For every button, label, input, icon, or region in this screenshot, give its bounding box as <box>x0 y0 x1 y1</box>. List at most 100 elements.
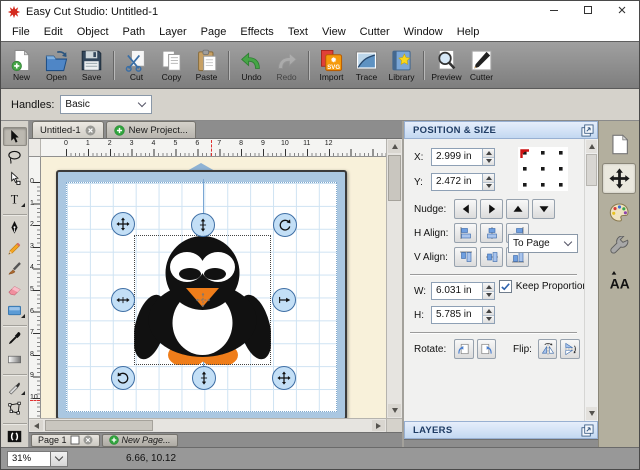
eraser-tool[interactable] <box>3 280 27 299</box>
height-input[interactable]: 5.785 in <box>431 306 495 324</box>
paste-button[interactable]: Paste <box>189 48 230 83</box>
selection-center-mark[interactable] <box>195 292 211 308</box>
menu-item[interactable]: Object <box>70 23 116 41</box>
align-center-button[interactable] <box>480 223 503 243</box>
node-edit-tool[interactable] <box>3 169 27 188</box>
design-viewport[interactable] <box>41 157 386 418</box>
close-button[interactable] <box>605 1 639 23</box>
horizontal-scrollbar[interactable] <box>29 418 386 432</box>
import-button[interactable]: SVG Import <box>314 48 349 83</box>
spin-up-icon[interactable] <box>483 174 494 182</box>
scrollbar-thumb[interactable] <box>45 420 153 431</box>
cutter-button[interactable]: Cutter <box>464 48 499 83</box>
open-button[interactable]: Open <box>39 48 74 83</box>
handle-stretch-vertical[interactable] <box>191 213 215 237</box>
scroll-up-icon[interactable] <box>388 140 401 153</box>
side-tab-settings[interactable] <box>602 231 636 262</box>
gradient-tool[interactable] <box>3 350 27 369</box>
handle-move[interactable] <box>272 366 296 390</box>
side-tab-colors[interactable] <box>602 197 636 228</box>
scroll-left-icon[interactable] <box>30 420 43 431</box>
align-left-button[interactable] <box>454 223 477 243</box>
panel-scrollbar[interactable] <box>584 139 598 421</box>
spin-down-icon[interactable] <box>483 314 494 323</box>
maximize-button[interactable] <box>571 1 605 23</box>
new-button[interactable]: New <box>4 48 39 83</box>
stencil-bridge-tool[interactable] <box>2 423 27 446</box>
save-button[interactable]: Save <box>74 48 115 83</box>
menu-item[interactable]: File <box>5 23 37 41</box>
scroll-up-icon[interactable] <box>586 140 597 153</box>
align-middle-button[interactable] <box>480 247 503 267</box>
menu-item[interactable]: Edit <box>37 23 70 41</box>
spin-down-icon[interactable] <box>483 290 494 299</box>
handle-move[interactable] <box>111 212 135 236</box>
cut-button[interactable]: Cut <box>119 48 154 83</box>
handle-rotate[interactable] <box>273 213 297 237</box>
lasso-tool[interactable] <box>3 148 27 167</box>
select-tool[interactable] <box>2 127 27 146</box>
nudge-up-button[interactable] <box>506 199 529 219</box>
rotate-left-button[interactable] <box>454 339 474 359</box>
pencil-tool[interactable] <box>3 239 27 258</box>
handle-stretch-horizontal[interactable] <box>111 288 135 312</box>
menu-item[interactable]: Text <box>281 23 315 41</box>
nudge-right-button[interactable] <box>480 199 503 219</box>
x-input[interactable]: 2.999 in <box>431 148 495 166</box>
minimize-button[interactable] <box>537 1 571 23</box>
spin-down-icon[interactable] <box>483 156 494 165</box>
shape-tool[interactable] <box>3 301 27 320</box>
vertical-scrollbar[interactable] <box>386 139 402 418</box>
nudge-left-button[interactable] <box>454 199 477 219</box>
menu-item[interactable]: Layer <box>152 23 194 41</box>
layers-header[interactable]: LAYERS <box>404 421 598 439</box>
distort-tool[interactable] <box>3 399 27 418</box>
zoom-dropdown-button[interactable] <box>51 450 68 467</box>
menu-item[interactable]: Effects <box>233 23 280 41</box>
text-tool[interactable]: T <box>3 190 27 209</box>
scroll-down-icon[interactable] <box>586 407 597 420</box>
library-button[interactable]: Library <box>384 48 425 83</box>
scrollbar-thumb[interactable] <box>586 154 597 186</box>
rotate-right-button[interactable] <box>476 339 497 359</box>
knife-tool[interactable] <box>2 374 27 397</box>
menu-item[interactable]: Window <box>397 23 450 41</box>
spin-up-icon[interactable] <box>483 283 494 291</box>
spin-up-icon[interactable] <box>483 307 494 315</box>
tab-new-page[interactable]: New Page... <box>101 433 178 447</box>
eyedropper-tool[interactable] <box>2 325 27 348</box>
y-input[interactable]: 2.472 in <box>431 173 495 191</box>
side-tab-document[interactable] <box>602 129 636 160</box>
handle-skew-horizontal[interactable] <box>272 288 296 312</box>
brush-tool[interactable] <box>3 260 27 279</box>
position-size-header[interactable]: POSITION & SIZE <box>404 121 598 139</box>
flip-vertical-button[interactable] <box>560 339 580 359</box>
panel-popout-icon[interactable] <box>581 424 594 437</box>
keep-proportions-checkbox[interactable]: Keep Proportions <box>498 280 593 293</box>
flip-horizontal-button[interactable] <box>537 339 558 359</box>
tab-page-1[interactable]: Page 1 <box>31 433 100 447</box>
scroll-down-icon[interactable] <box>388 404 401 417</box>
tab-close-icon[interactable] <box>85 125 96 136</box>
menu-item[interactable]: Help <box>450 23 487 41</box>
align-top-button[interactable] <box>454 247 477 267</box>
align-scope-select[interactable]: To Page <box>508 234 578 253</box>
trace-button[interactable]: Trace <box>349 48 384 83</box>
redo-button[interactable]: Redo <box>269 48 310 83</box>
anchor-point-grid[interactable] <box>518 147 568 191</box>
preview-button[interactable]: Preview <box>429 48 464 83</box>
panel-popout-icon[interactable] <box>581 124 594 137</box>
menu-item[interactable]: Cutter <box>353 23 397 41</box>
menu-item[interactable]: Path <box>116 23 153 41</box>
copy-button[interactable]: Copy <box>154 48 189 83</box>
side-tab-fonts[interactable]: AA <box>602 265 636 296</box>
tab-new-project[interactable]: New Project... <box>105 121 196 138</box>
nudge-down-button[interactable] <box>532 199 555 219</box>
width-input[interactable]: 6.031 in <box>431 282 495 300</box>
handle-stretch-vertical[interactable] <box>192 366 216 390</box>
tab-untitled-1[interactable]: Untitled-1 <box>32 121 104 138</box>
zoom-level-input[interactable]: 31% <box>7 450 51 467</box>
pen-tool[interactable] <box>2 213 27 237</box>
scrollbar-thumb[interactable] <box>388 155 401 201</box>
side-tab-position[interactable] <box>602 163 636 194</box>
